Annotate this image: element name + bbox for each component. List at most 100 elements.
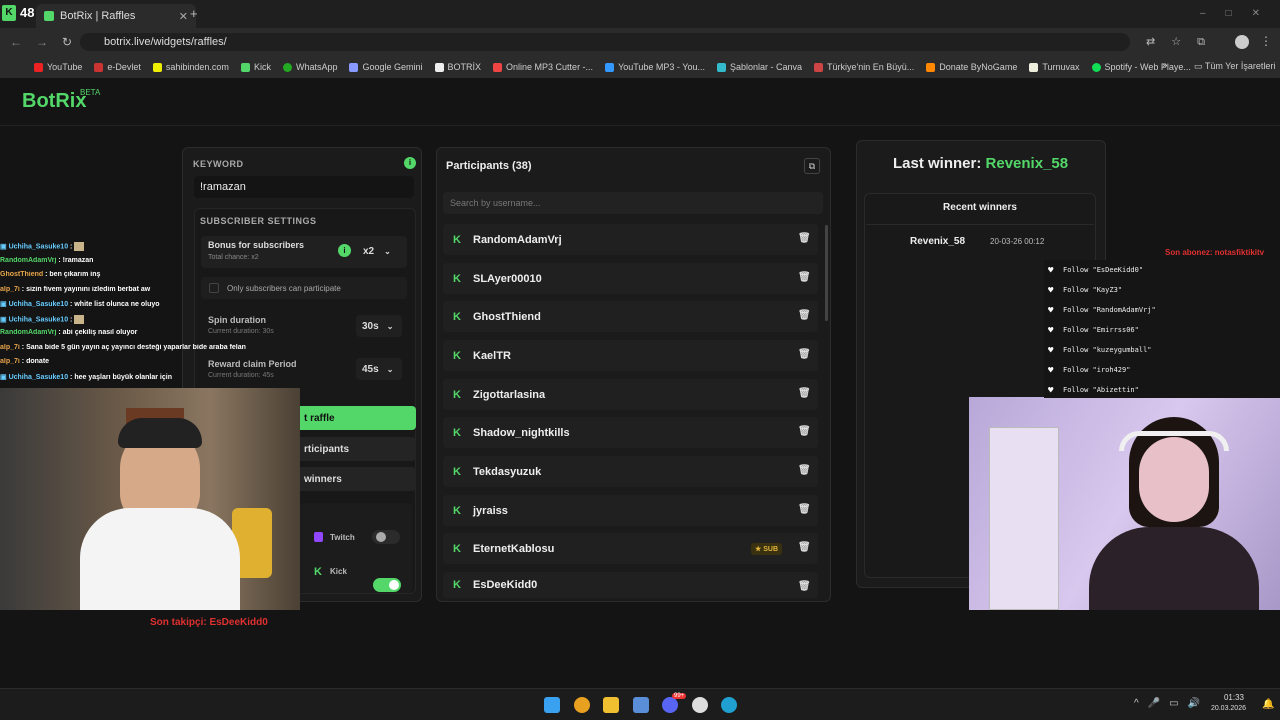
heart-icon: ♥ bbox=[1048, 345, 1054, 356]
obs-icon[interactable] bbox=[692, 697, 708, 713]
trash-icon[interactable]: 🗑 bbox=[798, 426, 811, 438]
list-item[interactable]: K KaelTR 🗑 bbox=[443, 340, 818, 371]
list-item[interactable]: K Zigottarlasina 🗑 bbox=[443, 379, 818, 410]
kick-label: Kick bbox=[330, 567, 347, 576]
chat-text: abi çekiliş nasıl oluyor bbox=[62, 329, 138, 336]
botrix-favicon-icon bbox=[44, 11, 54, 21]
search-input[interactable]: Search by username... bbox=[443, 192, 823, 214]
back-icon[interactable]: ← bbox=[10, 35, 22, 49]
start-icon[interactable] bbox=[544, 697, 560, 713]
bookmark-item[interactable]: Türkiye'nin En Büyü... bbox=[814, 62, 914, 72]
window-controls[interactable]: –□✕ bbox=[1200, 8, 1280, 19]
list-item[interactable]: K GhostThiend 🗑 bbox=[443, 301, 818, 332]
url-field[interactable]: botrix.live/widgets/raffles/ bbox=[80, 33, 1130, 51]
trash-icon[interactable]: 🗑 bbox=[798, 465, 811, 477]
heart-icon: ♥ bbox=[1048, 325, 1054, 336]
info-icon[interactable]: i bbox=[338, 244, 351, 257]
bookmark-item[interactable]: Donate ByNoGame bbox=[926, 62, 1017, 72]
bonus-select[interactable]: x2 ⌄ bbox=[358, 240, 400, 262]
botrix-logo[interactable]: BotRix bbox=[22, 90, 86, 113]
menu-icon[interactable]: ⋮ bbox=[1260, 34, 1272, 48]
trash-icon[interactable]: 🗑 bbox=[798, 310, 811, 322]
bookmark-item[interactable]: Kick bbox=[240, 62, 271, 72]
bookmarks-bar: YouTube e-Devlet sahibinden.com Kick Wha… bbox=[0, 56, 1280, 78]
list-item[interactable]: K EsDeeKidd0 🗑 bbox=[443, 572, 818, 598]
chat-username: Uchiha_Sasuke10 bbox=[8, 243, 69, 251]
list-item[interactable]: K EternetKablosu ★ SUB 🗑 bbox=[443, 533, 818, 564]
scrollbar[interactable] bbox=[825, 225, 828, 321]
kick-icon: K bbox=[453, 542, 461, 555]
chat-username: RandomAdamVrj bbox=[0, 329, 57, 336]
kick-toggle[interactable] bbox=[373, 578, 401, 592]
bookmark-item[interactable]: sahibinden.com bbox=[152, 62, 229, 72]
bookmark-item[interactable]: YouTube MP3 - You... bbox=[605, 62, 705, 72]
list-item[interactable]: K Shadow_nightkills 🗑 bbox=[443, 417, 818, 448]
kick-icon: K bbox=[453, 349, 461, 362]
discord-icon[interactable] bbox=[662, 697, 678, 713]
close-icon[interactable]: ✕ bbox=[179, 10, 188, 23]
bookmark-item[interactable]: Turnuvax bbox=[1029, 62, 1080, 72]
recent-winner-name: Revenix_58 bbox=[910, 236, 966, 247]
heart-icon: ♥ bbox=[1048, 305, 1054, 316]
badge-icon: ▣ bbox=[0, 243, 9, 251]
list-item[interactable]: K SLAyer00010 🗑 bbox=[443, 263, 818, 294]
kick-tab-icon[interactable]: K bbox=[2, 5, 16, 21]
badge-icon: ▣ bbox=[0, 301, 9, 308]
bookmark-item[interactable]: e-Devlet bbox=[94, 62, 141, 72]
trash-icon[interactable]: 🗑 bbox=[798, 388, 811, 400]
claim-period-select[interactable]: 45s ⌄ bbox=[356, 358, 402, 380]
chat-message: RandomAdamVrj : !ramazan bbox=[0, 257, 300, 272]
profile-avatar[interactable] bbox=[1235, 35, 1249, 49]
copy-icon[interactable]: ⧉ bbox=[804, 158, 820, 174]
heart-icon: ♥ bbox=[1048, 265, 1054, 276]
twitch-toggle[interactable] bbox=[372, 530, 400, 544]
follow-alert: ♥ Follow "KayZ3" bbox=[1048, 285, 1123, 296]
forward-icon[interactable]: → bbox=[36, 35, 48, 49]
trash-icon[interactable]: 🗑 bbox=[798, 542, 811, 554]
tab-count-badge[interactable]: 48 bbox=[20, 5, 34, 20]
chat-message: RandomAdamVrj : abi çekiliş nasıl oluyor bbox=[0, 329, 300, 344]
folder-icon[interactable] bbox=[603, 697, 619, 713]
trash-icon[interactable]: 🗑 bbox=[798, 272, 811, 284]
chevron-down-icon: ⌄ bbox=[386, 364, 394, 374]
chat-message: ▣ Uchiha_Sasuke10 : bbox=[0, 314, 300, 330]
trash-icon[interactable]: 🗑 bbox=[798, 581, 811, 593]
notifications-icon[interactable]: 🔔 bbox=[1262, 699, 1274, 710]
start-raffle-button[interactable]: t raffle bbox=[296, 406, 416, 430]
spin-duration-select[interactable]: 30s ⌄ bbox=[356, 315, 402, 337]
bookmarks-folder[interactable]: ▭ Tüm Yer İşaretleri bbox=[1194, 61, 1275, 72]
app-icon[interactable] bbox=[633, 697, 649, 713]
chat-username: Uchiha_Sasuke10 bbox=[8, 315, 69, 323]
winners-button[interactable]: winners bbox=[296, 467, 416, 491]
bookmark-item[interactable]: Spotify - Web Playe... bbox=[1091, 62, 1191, 72]
new-tab-button[interactable]: + bbox=[190, 6, 198, 21]
twitch-label: Twitch bbox=[330, 533, 355, 542]
bookmark-item[interactable]: WhatsApp bbox=[282, 62, 337, 72]
recent-winner-time: 20-03-26 00:12 bbox=[990, 237, 1045, 246]
bookmark-item[interactable]: YouTube bbox=[34, 62, 82, 72]
clock-date[interactable]: 20.03.2026 bbox=[1200, 705, 1246, 712]
list-item[interactable]: K Tekdasyuzuk 🗑 bbox=[443, 456, 818, 487]
bookmark-item[interactable]: Şablonlar - Canva bbox=[716, 62, 802, 72]
bookmark-item[interactable]: Google Gemini bbox=[349, 62, 423, 72]
bookmarks-overflow-icon[interactable]: » bbox=[1162, 60, 1168, 71]
chat-message: alp_7i : sizin fivem yayınını izledim be… bbox=[0, 286, 300, 301]
trash-icon[interactable]: 🗑 bbox=[798, 349, 811, 361]
trash-icon[interactable]: 🗑 bbox=[798, 504, 811, 516]
emote-icon bbox=[74, 314, 85, 324]
trash-icon[interactable]: 🗑 bbox=[798, 233, 811, 245]
clock-time[interactable]: 01:33 bbox=[1204, 693, 1244, 702]
reload-icon[interactable]: ↻ bbox=[62, 35, 72, 49]
info-icon[interactable]: i bbox=[404, 157, 416, 169]
browser-toolbar-icons[interactable]: ⇄☆⧉ bbox=[1146, 35, 1221, 49]
bookmark-item[interactable]: BOTRİX bbox=[434, 62, 481, 72]
participants-button[interactable]: rticipants bbox=[296, 437, 416, 461]
edge-icon[interactable] bbox=[721, 697, 737, 713]
system-tray-icons[interactable]: ^🎤▭🔊 bbox=[1134, 698, 1209, 709]
keyword-input[interactable]: !ramazan bbox=[194, 176, 414, 198]
list-item[interactable]: Kjyraiss 🗑 bbox=[443, 495, 818, 526]
bookmark-item[interactable]: Online MP3 Cutter -... bbox=[493, 62, 593, 72]
list-item[interactable]: K RandomAdamVrj 🗑 bbox=[443, 224, 818, 255]
chrome-icon[interactable] bbox=[574, 697, 590, 713]
browser-tab[interactable]: BotRix | Raffles ✕ bbox=[36, 4, 196, 28]
